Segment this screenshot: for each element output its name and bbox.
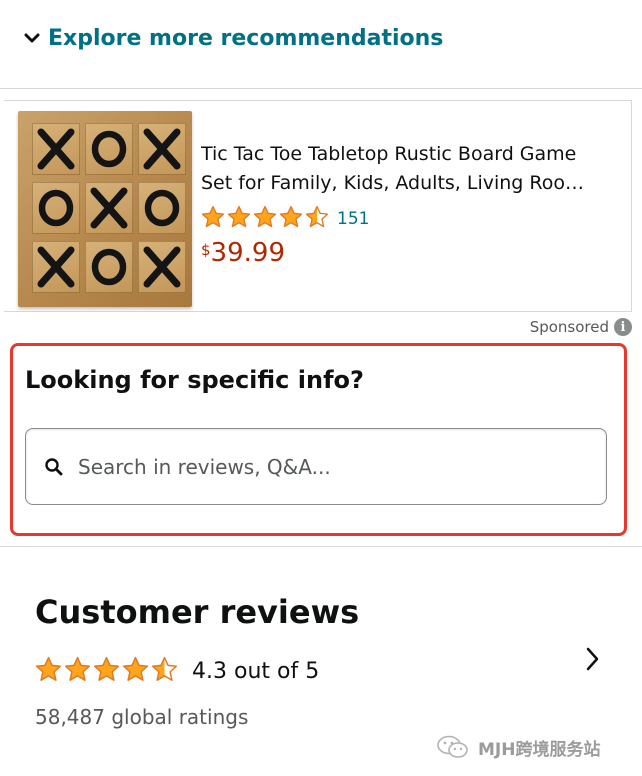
explore-more-link[interactable]: Explore more recommendations [24, 26, 443, 51]
search-heading: Looking for specific info? [25, 366, 364, 394]
board-cell [138, 241, 186, 293]
price-value: 39.99 [210, 238, 285, 268]
star-rating-icon [201, 205, 329, 233]
star-rating-icon [35, 656, 178, 687]
star [35, 656, 62, 681]
product-title-line1: Tic Tac Toe Tabletop Rustic Board Game [201, 143, 577, 165]
overall-rating[interactable]: 4.3 out of 5 [35, 656, 319, 687]
rating-count: 151 [337, 209, 370, 229]
watermark: MJH跨境服务站 [436, 734, 600, 760]
wechat-logo-icon [437, 735, 468, 758]
review-search-input[interactable] [76, 453, 560, 480]
board-cell [32, 182, 80, 234]
product-title[interactable]: Tic Tac Toe Tabletop Rustic Board Game S… [201, 140, 611, 198]
star [122, 656, 149, 681]
sponsored-label[interactable]: Sponsored i [530, 318, 632, 336]
divider [0, 546, 642, 547]
board-cell [85, 241, 133, 293]
product-rating[interactable]: 151 [201, 205, 369, 233]
star [279, 205, 303, 228]
info-icon[interactable]: i [614, 318, 632, 336]
star [305, 205, 329, 228]
sponsored-text: Sponsored [529, 318, 609, 336]
star [151, 656, 178, 681]
product-title-line2: Set for Family, Kids, Adults, Living Roo… [201, 172, 584, 194]
board-cell [32, 241, 80, 293]
product-image[interactable] [18, 111, 192, 307]
board-cell [85, 123, 133, 175]
star [93, 656, 120, 681]
chevron-down-icon [24, 33, 40, 42]
star [201, 205, 225, 228]
star [253, 205, 277, 228]
chevron-right-icon[interactable] [583, 645, 603, 673]
watermark-text: MJH跨境服务站 [478, 739, 601, 760]
explore-more-label: Explore more recommendations [48, 26, 444, 51]
price-symbol: $ [201, 241, 211, 259]
rating-out-of: 4.3 out of 5 [192, 659, 320, 684]
divider [0, 88, 642, 89]
board-cell [138, 182, 186, 234]
review-search-box[interactable] [25, 428, 607, 505]
customer-reviews-title: Customer reviews [35, 593, 360, 631]
star [64, 656, 91, 681]
product-price: $39.99 [201, 238, 285, 268]
star [227, 205, 251, 228]
board-cell [85, 182, 133, 234]
board-cell [138, 123, 186, 175]
board-cell [32, 123, 80, 175]
global-ratings-count[interactable]: 58,487 global ratings [35, 705, 248, 729]
search-icon [45, 457, 63, 475]
